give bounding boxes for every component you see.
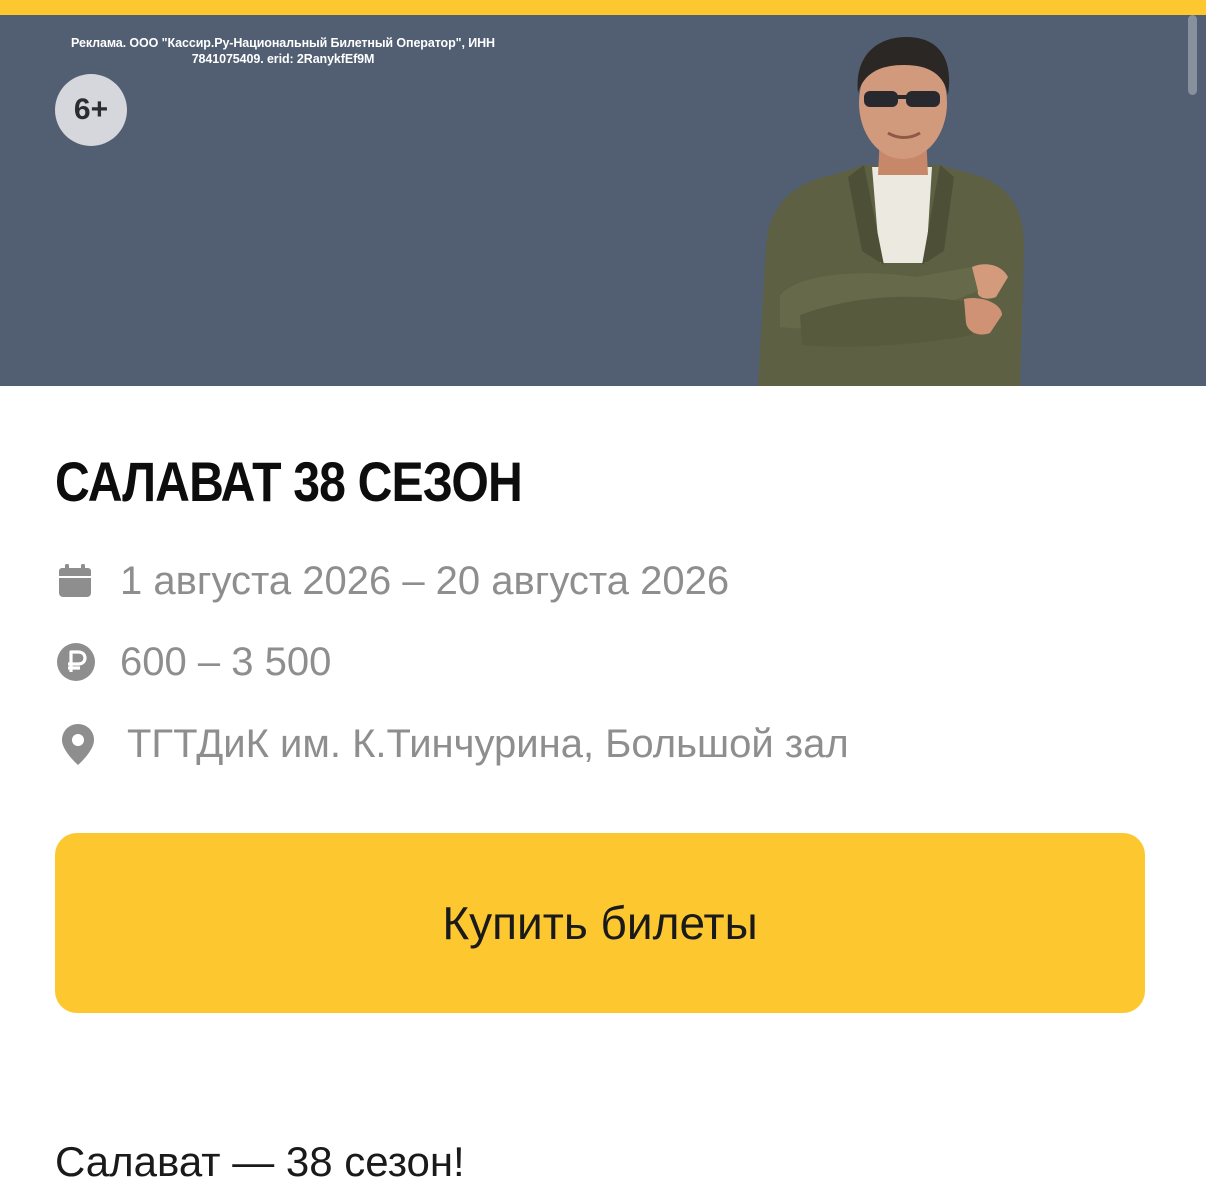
ad-disclaimer: Реклама. ООО "Кассир.Ру-Национальный Бил… (0, 35, 566, 67)
ad-disclaimer-line-1: Реклама. ООО "Кассир.Ру-Национальный Бил… (71, 36, 495, 50)
event-dates-row: 1 августа 2026 – 20 августа 2026 (55, 553, 729, 609)
age-rating-badge: 6+ (55, 74, 127, 146)
performer-photo (758, 37, 1025, 386)
event-venue: ТГТДиК им. К.Тинчурина, Большой зал (127, 721, 849, 766)
event-description: Салават — 38 сезон! (55, 1138, 465, 1185)
event-venue-row[interactable]: ТГТДиК им. К.Тинчурина, Большой зал (55, 716, 849, 772)
top-accent-strip (0, 0, 1206, 15)
location-pin-icon (55, 721, 101, 767)
calendar-icon (55, 558, 101, 604)
buy-tickets-button[interactable]: Купить билеты (55, 833, 1145, 1013)
event-price: 600 – 3 500 (120, 639, 332, 684)
event-page: Реклама. ООО "Кассир.Ру-Национальный Бил… (0, 0, 1206, 1192)
ad-disclaimer-line-2: 7841075409. erid: 2RanykfEf9M (191, 52, 375, 66)
event-banner[interactable]: Реклама. ООО "Кассир.Ру-Национальный Бил… (0, 15, 1206, 386)
event-price-row: 600 – 3 500 (55, 634, 331, 690)
page-scrollbar[interactable] (1188, 15, 1197, 95)
event-title: САЛАВАТ 38 СЕЗОН (55, 450, 523, 513)
ruble-icon (55, 639, 101, 685)
event-dates: 1 августа 2026 – 20 августа 2026 (120, 558, 730, 603)
